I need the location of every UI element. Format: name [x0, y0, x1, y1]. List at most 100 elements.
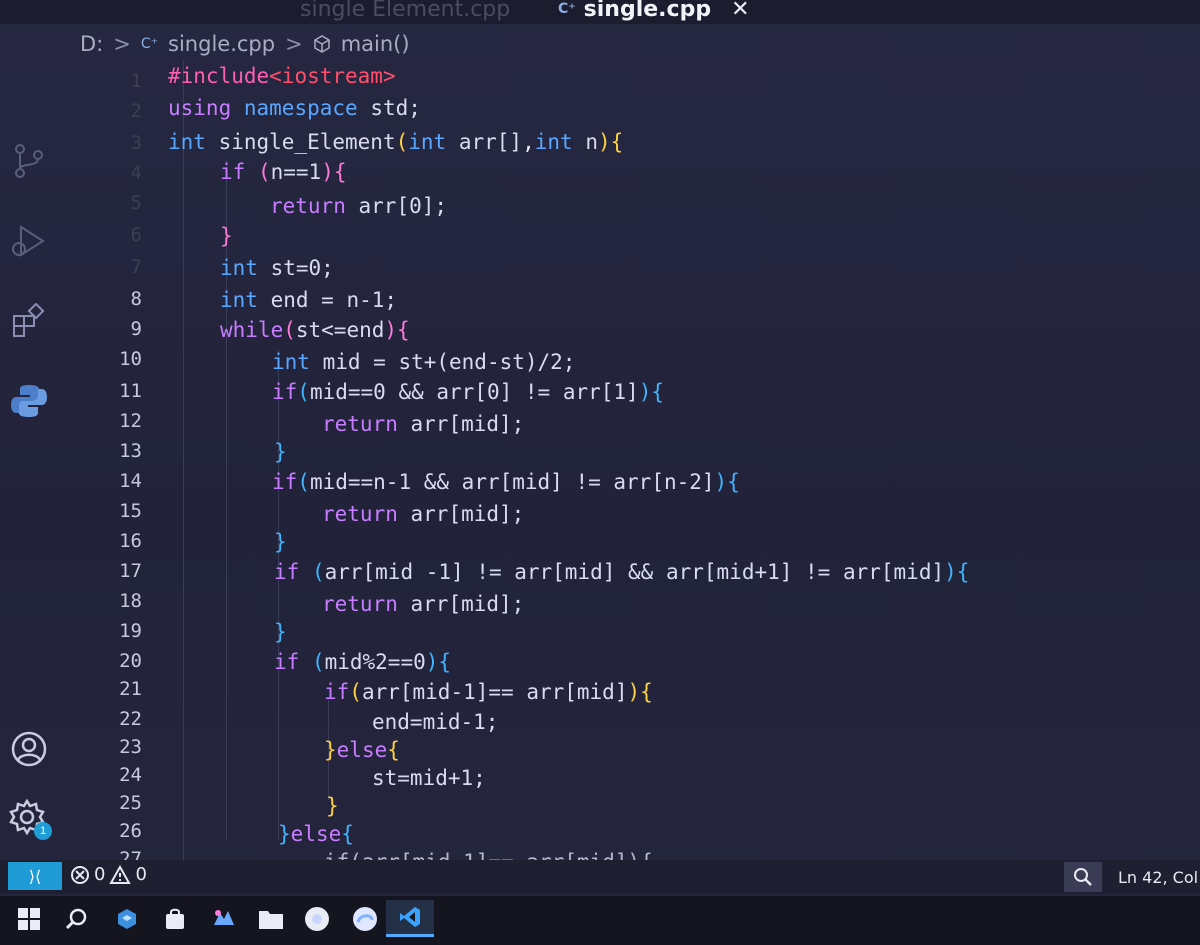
line-number: 2: [130, 100, 142, 122]
editor-tab-bar: single Element.cpp C⁺ single.cpp ✕: [0, 0, 1200, 24]
code-line-10: int mid = st+(end-st)/2;: [272, 350, 576, 374]
code-line-2: using namespace std;: [168, 96, 421, 120]
code-line-13: }: [274, 440, 287, 464]
line-number: 20: [119, 650, 142, 672]
problems-indicator[interactable]: 0 0: [70, 864, 147, 885]
edge-icon[interactable]: [350, 904, 380, 934]
breadcrumb-separator: >: [113, 32, 131, 56]
zoom-icon: [1074, 868, 1092, 886]
store-icon[interactable]: [160, 904, 190, 934]
code-line-18: return arr[mid];: [322, 592, 525, 616]
line-number: 19: [119, 620, 142, 642]
code-line-5: return arr[0];: [270, 194, 448, 218]
code-line-15: return arr[mid];: [322, 502, 525, 526]
search-icon[interactable]: [62, 904, 92, 934]
line-number: 22: [119, 708, 142, 730]
code-line-9: while(st<=end){: [220, 318, 410, 342]
code-line-12: return arr[mid];: [322, 412, 525, 436]
extensions-icon[interactable]: [8, 300, 50, 342]
line-number: 8: [130, 288, 142, 310]
run-debug-icon[interactable]: [8, 220, 50, 262]
tab-label: single Element.cpp: [300, 0, 511, 22]
error-icon: [71, 865, 89, 884]
cursor-position[interactable]: Ln 42, Col: [1118, 868, 1198, 887]
windows-start-icon[interactable]: [14, 904, 44, 934]
tab-single-element[interactable]: single Element.cpp: [300, 0, 510, 22]
status-right-group: Ln 42, Col: [1064, 860, 1198, 894]
tab-single-cpp[interactable]: C⁺ single.cpp ✕: [558, 0, 750, 22]
line-number: 17: [119, 560, 142, 582]
line-number: 9: [130, 318, 142, 340]
code-line-1: #include<iostream>: [168, 64, 396, 88]
line-number: 16: [119, 530, 142, 552]
error-count: 0: [94, 864, 106, 885]
line-number: 12: [119, 410, 142, 432]
close-icon[interactable]: ✕: [731, 0, 749, 22]
line-number: 4: [130, 162, 142, 184]
photos-icon[interactable]: [208, 904, 238, 934]
settings-gear-icon[interactable]: 1: [8, 798, 52, 840]
code-line-20: if (mid%2==0){: [274, 650, 452, 674]
line-number: 6: [130, 224, 142, 246]
breadcrumb-symbol[interactable]: main(): [341, 32, 410, 56]
method-cube-icon: [313, 35, 330, 53]
source-control-icon[interactable]: [8, 140, 50, 182]
code-editor[interactable]: #include<iostream> using namespace std; …: [168, 60, 1198, 860]
remote-button[interactable]: ⟩⟨: [8, 862, 62, 890]
breadcrumb-file[interactable]: single.cpp: [168, 32, 275, 56]
line-number-gutter: 1 2 3 4 5 6 7 8 9 10 11 12 13 14 15 16 1…: [60, 60, 180, 870]
line-number: 7: [130, 256, 142, 278]
activity-bar: 1: [0, 130, 60, 858]
code-line-14: if(mid==n-1 && arr[mid] != arr[n-2]){: [272, 470, 740, 494]
code-line-16: }: [274, 530, 287, 554]
cpp-file-icon: C⁺: [558, 1, 576, 17]
line-number: 10: [119, 348, 142, 370]
line-number: 26: [119, 820, 142, 842]
remote-icon: ⟩⟨: [28, 866, 42, 886]
breadcrumb-separator: >: [285, 32, 303, 56]
code-line-7: int st=0;: [220, 256, 334, 280]
file-explorer-icon[interactable]: [256, 904, 286, 934]
line-number: 5: [130, 192, 142, 214]
code-line-21: if(arr[mid-1]== arr[mid]){: [324, 680, 653, 704]
code-line-3: int single_Element(int arr[],int n){: [168, 130, 624, 154]
code-line-11: if(mid==0 && arr[0] != arr[1]){: [272, 380, 664, 404]
vscode-icon[interactable]: [386, 900, 434, 937]
account-icon[interactable]: [8, 728, 50, 770]
warning-count: 0: [135, 864, 147, 885]
line-number: 13: [119, 440, 142, 462]
code-line-25: }: [326, 794, 339, 818]
breadcrumb-drive[interactable]: D:: [80, 32, 103, 56]
code-line-22: end=mid-1;: [372, 710, 499, 734]
line-number: 1: [130, 70, 142, 92]
code-line-17: if (arr[mid -1] != arr[mid] && arr[mid+1…: [274, 560, 970, 584]
line-number: 23: [119, 736, 142, 758]
zoom-button[interactable]: [1064, 862, 1102, 892]
line-number: 11: [119, 380, 142, 402]
line-number: 14: [119, 470, 142, 492]
code-line-4: if (n==1){: [220, 160, 347, 184]
windows-taskbar: [0, 896, 1200, 945]
tab-label: single.cpp: [583, 0, 712, 22]
line-number: 21: [119, 678, 142, 700]
code-line-24: st=mid+1;: [372, 766, 486, 790]
app-icon[interactable]: [112, 904, 142, 934]
code-line-26: }else{: [278, 822, 354, 846]
code-line-19: }: [274, 620, 287, 644]
line-number: 3: [130, 132, 142, 154]
code-line-8: int end = n-1;: [220, 288, 398, 312]
code-line-6: }: [220, 224, 233, 248]
status-bar: ⟩⟨ 0 0 Ln 42, Col: [0, 860, 1200, 894]
code-line-23: }else{: [324, 738, 400, 762]
line-number: 18: [119, 590, 142, 612]
code-line-27: if(arr[mid-1]== arr[mid]){: [324, 850, 653, 860]
cpp-file-icon: C⁺: [140, 36, 159, 52]
breadcrumb: D: > C⁺ single.cpp > main(): [80, 30, 410, 58]
line-number: 15: [119, 500, 142, 522]
settings-badge: 1: [34, 822, 52, 840]
warning-icon: [109, 864, 132, 884]
line-number: 24: [119, 764, 142, 786]
python-icon[interactable]: [8, 380, 50, 422]
chrome-icon[interactable]: [302, 904, 332, 934]
line-number: 25: [119, 792, 142, 814]
